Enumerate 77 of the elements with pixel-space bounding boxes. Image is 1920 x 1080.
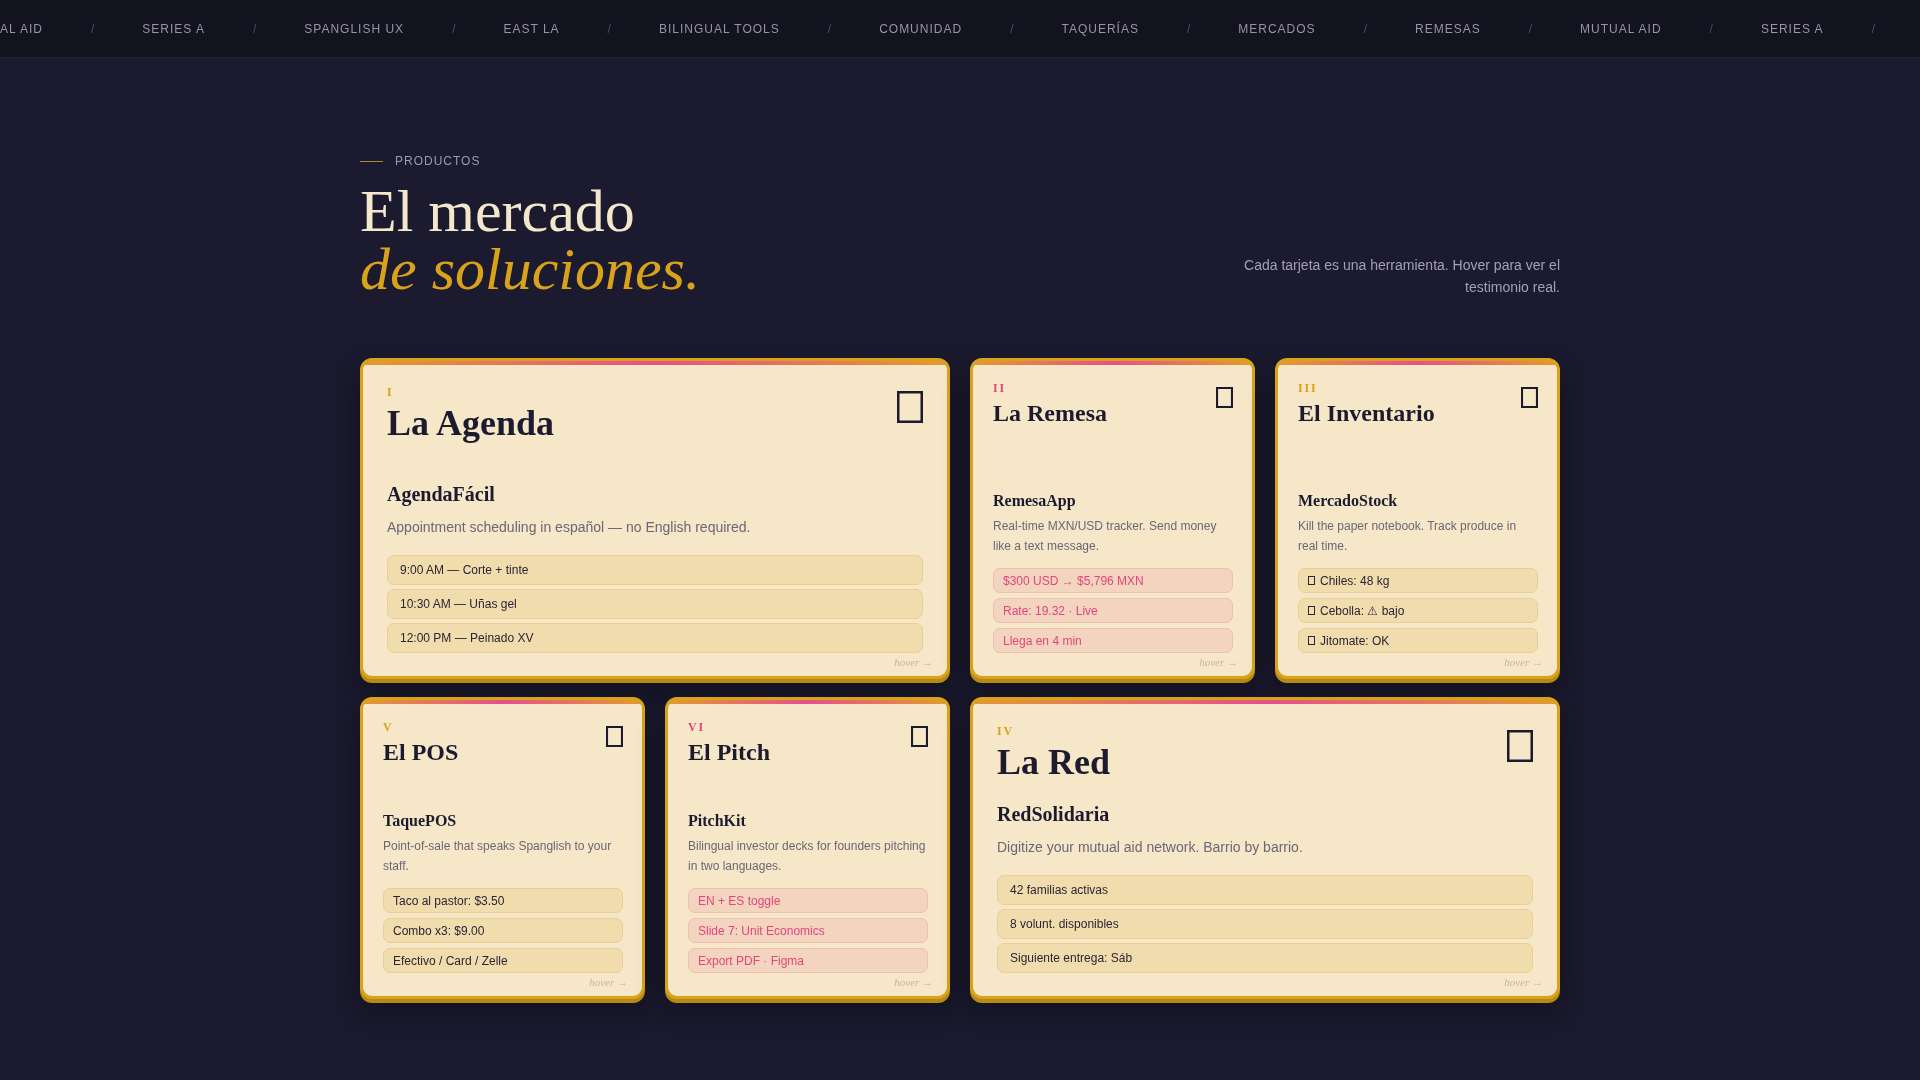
product-description: Appointment scheduling in español — no English required. [387,518,752,538]
product-name: RedSolidaria [997,802,1111,828]
card-title: La Remesa [993,399,1107,429]
ticker-separator: / [827,20,832,37]
card-numeral: I [387,385,395,400]
ticker-separator: / [1871,20,1875,37]
card-title: El POS [383,738,459,768]
section-description: Cada tarjeta es una herramienta. Hover para ver el testimonio real. [1243,256,1560,298]
card-numeral: II [993,381,1007,396]
feature-chip: $300 USD → $5,796 MXN [993,568,1233,594]
ticker-label: AL AID [0,20,43,37]
feature-chip: Llega en 4 min [993,628,1233,654]
product-description: Real-time MXN/USD tracker. Send money like a text message. [993,518,1218,556]
product-name: RemesaApp [993,491,1077,512]
chip-text: Chiles: 48 kg [1320,572,1390,589]
feature-chip: Rate: 19.32 · Live [993,598,1233,624]
section-title: El mercado de soluciones. [360,183,700,299]
product-description: Kill the paper notebook. Track produce in real time. [1298,518,1518,556]
feature-chip: Combo x3: $9.00 [383,918,623,944]
feature-chip: Slide 7: Unit Economics [688,918,928,944]
ticker-label: COMUNIDAD [879,20,963,37]
ticker-label: SERIES A [142,20,205,37]
feature-chip: Efectivo / Card / Zelle [383,948,623,974]
eyebrow-line [360,160,383,162]
card-numeral: IV [997,724,1015,739]
missing-glyph-icon [1216,387,1233,409]
missing-glyph-icon [606,726,623,748]
ticker-separator: / [1528,20,1532,37]
ticker-separator: / [1186,20,1191,37]
missing-glyph-icon [911,726,928,748]
missing-glyph-icon [1308,606,1315,616]
card-title: El Inventario [1298,399,1435,429]
ticker-separator: / [452,20,456,37]
ticker-separator: / [607,20,611,37]
ticker-label: MERCADOS [1238,20,1316,37]
feature-chip: Export PDF · Figma [688,948,928,974]
feature-chip: Siguiente entrega: Sáb [997,943,1533,974]
product-description: Bilingual investor decks for founders pitching in two languages. [688,838,927,876]
feature-chip: 8 volunt. disponibles [997,909,1533,940]
product-name: AgendaFácil [387,482,496,508]
product-name: TaquePOS [383,811,458,832]
missing-glyph-icon [1507,730,1533,763]
ticker-label: REMESAS [1414,20,1481,37]
ticker-label: MUTUAL AID [1580,20,1662,37]
chip-text: Cebolla: ⚠ bajo [1320,602,1405,619]
missing-glyph-icon [1308,636,1315,646]
ticker-label: EAST LA [503,20,560,37]
card-title: La Agenda [387,403,555,444]
ticker-separator: / [90,20,95,37]
ticker-separator: / [1010,20,1014,37]
ticker-separator: / [1709,20,1713,37]
product-name: MercadoStock [1298,491,1399,512]
feature-chip: EN + ES toggle [688,888,928,914]
ticker-separator: / [1363,20,1367,37]
ticker-label: SERIES A [1760,20,1824,37]
feature-chip: 9:00 AM — Corte + tinte [387,555,923,586]
missing-glyph-icon [1521,387,1538,409]
feature-chip: 10:30 AM — Uñas gel [387,589,923,620]
missing-glyph-icon [897,391,923,424]
product-name: PitchKit [688,811,747,832]
card-title: El Pitch [688,738,770,768]
missing-glyph-icon [1308,576,1315,586]
card-numeral: V [383,720,395,735]
ticker-label: TAQUERÍAS [1061,20,1139,37]
section-eyebrow: PRODUCTOS [395,153,481,169]
feature-chip: Taco al pastor: $3.50 [383,888,623,914]
ticker-label: SPANGLISH UX [304,20,405,37]
feature-chip: 12:00 PM — Peinado XV [387,623,923,654]
product-description: Point-of-sale that speaks Spanglish to your staff. [383,838,613,876]
ticker-label: BILINGUAL TOOLS [658,20,780,37]
card-numeral: III [1298,381,1319,396]
card-title: La Red [997,742,1110,783]
card-numeral: VI [688,720,706,735]
chip-text: Jitomate: OK [1320,632,1390,649]
feature-chip: 42 familias activas [997,875,1533,906]
ticker-separator: / [252,20,257,37]
product-description: Digitize your mutual aid network. Barrio by barrio. [997,838,1304,858]
